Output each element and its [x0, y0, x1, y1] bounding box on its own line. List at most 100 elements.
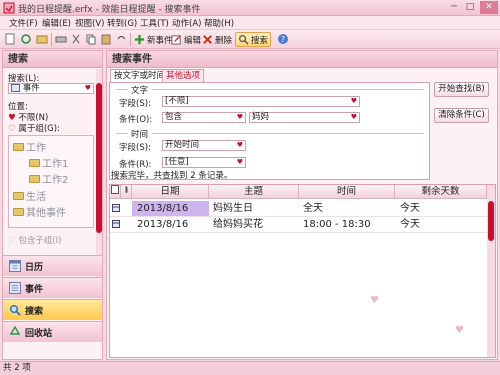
group-line: [116, 133, 128, 134]
window-title: 我的日程提醒.erfx - 效能日程提醒 - 搜索事件: [18, 5, 201, 15]
close-button[interactable]: ✕: [480, 1, 498, 14]
cell-subject: 给妈妈买花: [213, 219, 263, 230]
folder-icon: [13, 191, 24, 200]
event-icon: [112, 204, 120, 212]
text-group-title: 文字: [131, 86, 149, 96]
decorative-heart-icon: ♥: [370, 295, 379, 306]
copy-icon[interactable]: [85, 33, 97, 45]
open-icon[interactable]: [36, 33, 48, 45]
undo-icon[interactable]: [115, 33, 127, 45]
search-scope-select[interactable]: 事件 ♥: [8, 83, 94, 94]
menu-tools[interactable]: 工具(T): [140, 17, 169, 29]
text-cond-select[interactable]: 包含 ♥: [162, 112, 246, 123]
search-button[interactable]: 搜索: [235, 32, 272, 47]
nav-search[interactable]: 搜索: [3, 299, 102, 320]
column-header-date[interactable]: 日期: [132, 185, 209, 199]
left-panel: 搜索 搜索(L): 事件 ♥ 位置: ♥ 不限(N) ♡ 属于组(G): 工作 …: [2, 50, 103, 360]
table-scrollbar-thumb[interactable]: [488, 201, 494, 241]
text-field-select[interactable]: [不限] ♥: [162, 96, 360, 107]
radio-group[interactable]: ♡ 属于组(G):: [8, 122, 60, 134]
column-header-remaining[interactable]: 剩余天数: [395, 185, 487, 199]
text-cond-input[interactable]: 妈妈 ♥: [249, 112, 360, 123]
include-subgroups-checkbox[interactable]: ♡ 包含子组(I): [8, 234, 61, 246]
nav-calendar[interactable]: 日历: [3, 255, 102, 276]
search-icon: [239, 35, 249, 45]
help-icon[interactable]: ?: [277, 33, 289, 45]
time-cond-value: [任意]: [165, 157, 189, 167]
attachment-icon: [125, 186, 128, 193]
svg-text:?: ?: [281, 35, 285, 44]
table-row[interactable]: 2013/8/16 给妈妈买花 18:00 - 18:30 今天: [110, 217, 487, 233]
text-cond-value: 包含: [165, 112, 183, 122]
add-icon: [134, 34, 145, 45]
results-table: 日期 主题 时间 剩余天数 2013/8/16 妈妈生日 全天 今天 2013/…: [109, 184, 496, 358]
menu-goto[interactable]: 转到(G): [107, 17, 137, 29]
menu-bar: 文件(F) 编辑(E) 视图(V) 转到(G) 工具(T) 动作(A) 帮助(H…: [0, 16, 500, 30]
toolbar-separator: [51, 33, 52, 46]
start-search-button[interactable]: 开始查找(B): [434, 82, 489, 97]
minimize-button[interactable]: ─: [447, 1, 461, 14]
time-field-label: 字段(S):: [119, 143, 151, 153]
menu-help[interactable]: 帮助(H): [204, 17, 234, 29]
cell-date: 2013/8/16: [137, 219, 189, 230]
edit-label: 编辑: [184, 35, 202, 46]
table-scrollbar[interactable]: [487, 185, 495, 357]
column-header-icon[interactable]: [110, 185, 121, 199]
tab-text-or-time[interactable]: 按文字或时间: [110, 69, 170, 83]
print-icon[interactable]: [55, 33, 67, 45]
result-status: 搜索完毕，共查找到 2 条记录。: [111, 171, 233, 181]
cell-time: 18:00 - 18:30: [303, 219, 371, 230]
tree-item-label: 工作2: [42, 175, 69, 186]
nav-events[interactable]: 事件: [3, 277, 102, 298]
search-label: 搜索: [251, 35, 269, 46]
tab-other-options[interactable]: 其他选项: [162, 69, 205, 83]
cell-subject: 妈妈生日: [213, 203, 253, 214]
text-field-label: 字段(S):: [119, 99, 151, 109]
tree-item-life[interactable]: 生活: [13, 188, 46, 203]
menu-edit[interactable]: 编辑(E): [42, 17, 71, 29]
tree-item-work2[interactable]: 工作2: [29, 171, 68, 186]
menu-view[interactable]: 视图(V): [75, 17, 104, 29]
time-field-select[interactable]: 开始时间 ♥: [162, 140, 246, 151]
document-icon: [111, 185, 119, 194]
menu-action[interactable]: 动作(A): [172, 17, 201, 29]
tree-item-work[interactable]: 工作: [13, 139, 46, 154]
dropdown-heart-icon: ♥: [236, 158, 243, 166]
event-icon: [11, 84, 20, 92]
time-cond-select[interactable]: [任意] ♥: [162, 157, 246, 168]
tree-item-label: 工作1: [42, 159, 69, 170]
maximize-button[interactable]: □: [463, 1, 477, 14]
dropdown-heart-icon: ♥: [350, 97, 357, 105]
tree-item-label: 其他事件: [26, 208, 66, 219]
folder-icon: [13, 207, 24, 216]
column-header-subject[interactable]: 主题: [209, 185, 299, 199]
column-header-attachment[interactable]: [121, 185, 132, 199]
menu-file[interactable]: 文件(F): [9, 17, 38, 29]
title-bar: 我的日程提醒.erfx - 效能日程提醒 - 搜索事件 ─ □ ✕: [0, 0, 500, 16]
nav-recycle[interactable]: 回收站: [3, 321, 102, 342]
column-header-time[interactable]: 时间: [299, 185, 395, 199]
left-scrollbar-thumb[interactable]: [96, 83, 102, 233]
tree-item-other[interactable]: 其他事件: [13, 204, 66, 219]
right-panel: 搜索事件 按文字或时间 其他选项 文字 字段(S): [不限] ♥ 条件(O):…: [106, 50, 498, 360]
text-field-value: [不限]: [165, 96, 189, 106]
new-file-icon[interactable]: [4, 33, 16, 45]
delete-label: 删除: [215, 35, 233, 46]
paste-icon[interactable]: [100, 33, 112, 45]
delete-button[interactable]: 删除: [200, 32, 234, 47]
calendar-icon: [9, 260, 21, 272]
dropdown-heart-icon: ♥: [236, 141, 243, 149]
right-panel-title: 搜索事件: [107, 51, 497, 68]
tree-item-work1[interactable]: 工作1: [29, 155, 68, 170]
tree-item-label: 工作: [26, 143, 46, 154]
nav-search-label: 搜索: [25, 306, 44, 317]
app-icon: [3, 2, 15, 14]
cell-time: 全天: [303, 203, 323, 214]
table-row[interactable]: 2013/8/16 妈妈生日 全天 今天: [110, 201, 487, 217]
clear-conditions-button[interactable]: 清除条件(C): [434, 108, 489, 123]
search-criteria-panel: 文字 字段(S): [不限] ♥ 条件(O): 包含 ♥ 妈妈 ♥ 时间 字段(…: [109, 82, 430, 180]
dropdown-heart-icon: ♥: [236, 113, 243, 121]
refresh-icon[interactable]: [20, 33, 32, 45]
cut-icon[interactable]: [70, 33, 82, 45]
edit-button[interactable]: 编辑: [169, 32, 203, 47]
